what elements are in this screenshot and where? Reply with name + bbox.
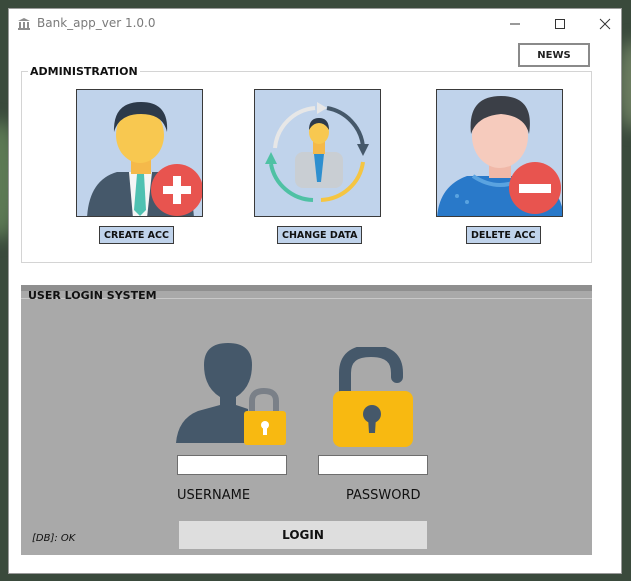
delete-account-image[interactable] <box>436 89 563 217</box>
login-group: USER LOGIN SYSTEM USERNAME PASSWORD [DB]… <box>21 285 592 555</box>
username-field[interactable] <box>177 455 287 475</box>
create-account-button[interactable]: CREATE ACC <box>99 226 174 244</box>
username-label: USERNAME <box>177 488 251 503</box>
minimize-icon <box>510 23 520 25</box>
administration-group: ADMINISTRATION CREATE ACC CHANGE DATA DE… <box>21 65 592 263</box>
news-button[interactable]: NEWS <box>518 43 590 67</box>
db-status: [DB]: OK <box>32 533 76 544</box>
password-label: PASSWORD <box>346 488 421 503</box>
login-button[interactable]: LOGIN <box>179 521 427 549</box>
maximize-button[interactable] <box>537 9 583 39</box>
minimize-button[interactable] <box>492 9 538 39</box>
password-field[interactable] <box>318 455 428 475</box>
title-bar[interactable]: Bank_app_ver 1.0.0 <box>9 9 621 39</box>
administration-label: ADMINISTRATION <box>28 65 140 78</box>
change-data-image[interactable] <box>254 89 381 217</box>
close-button[interactable] <box>582 9 628 39</box>
close-icon <box>599 18 611 30</box>
padlock-icon <box>333 347 413 447</box>
delete-account-button[interactable]: DELETE ACC <box>466 226 541 244</box>
delete-account-icon <box>437 96 562 216</box>
maximize-icon <box>555 19 565 29</box>
create-account-icon <box>87 102 202 216</box>
bank-icon <box>18 18 30 30</box>
change-data-button[interactable]: CHANGE DATA <box>277 226 363 244</box>
create-account-image[interactable] <box>76 89 203 217</box>
app-window: Bank_app_ver 1.0.0 NEWS ADMINISTRATION C… <box>8 8 622 574</box>
change-data-icon <box>265 102 369 202</box>
window-title: Bank_app_ver 1.0.0 <box>37 16 156 30</box>
user-lock-icon <box>176 343 286 445</box>
login-group-label: USER LOGIN SYSTEM <box>28 289 157 302</box>
